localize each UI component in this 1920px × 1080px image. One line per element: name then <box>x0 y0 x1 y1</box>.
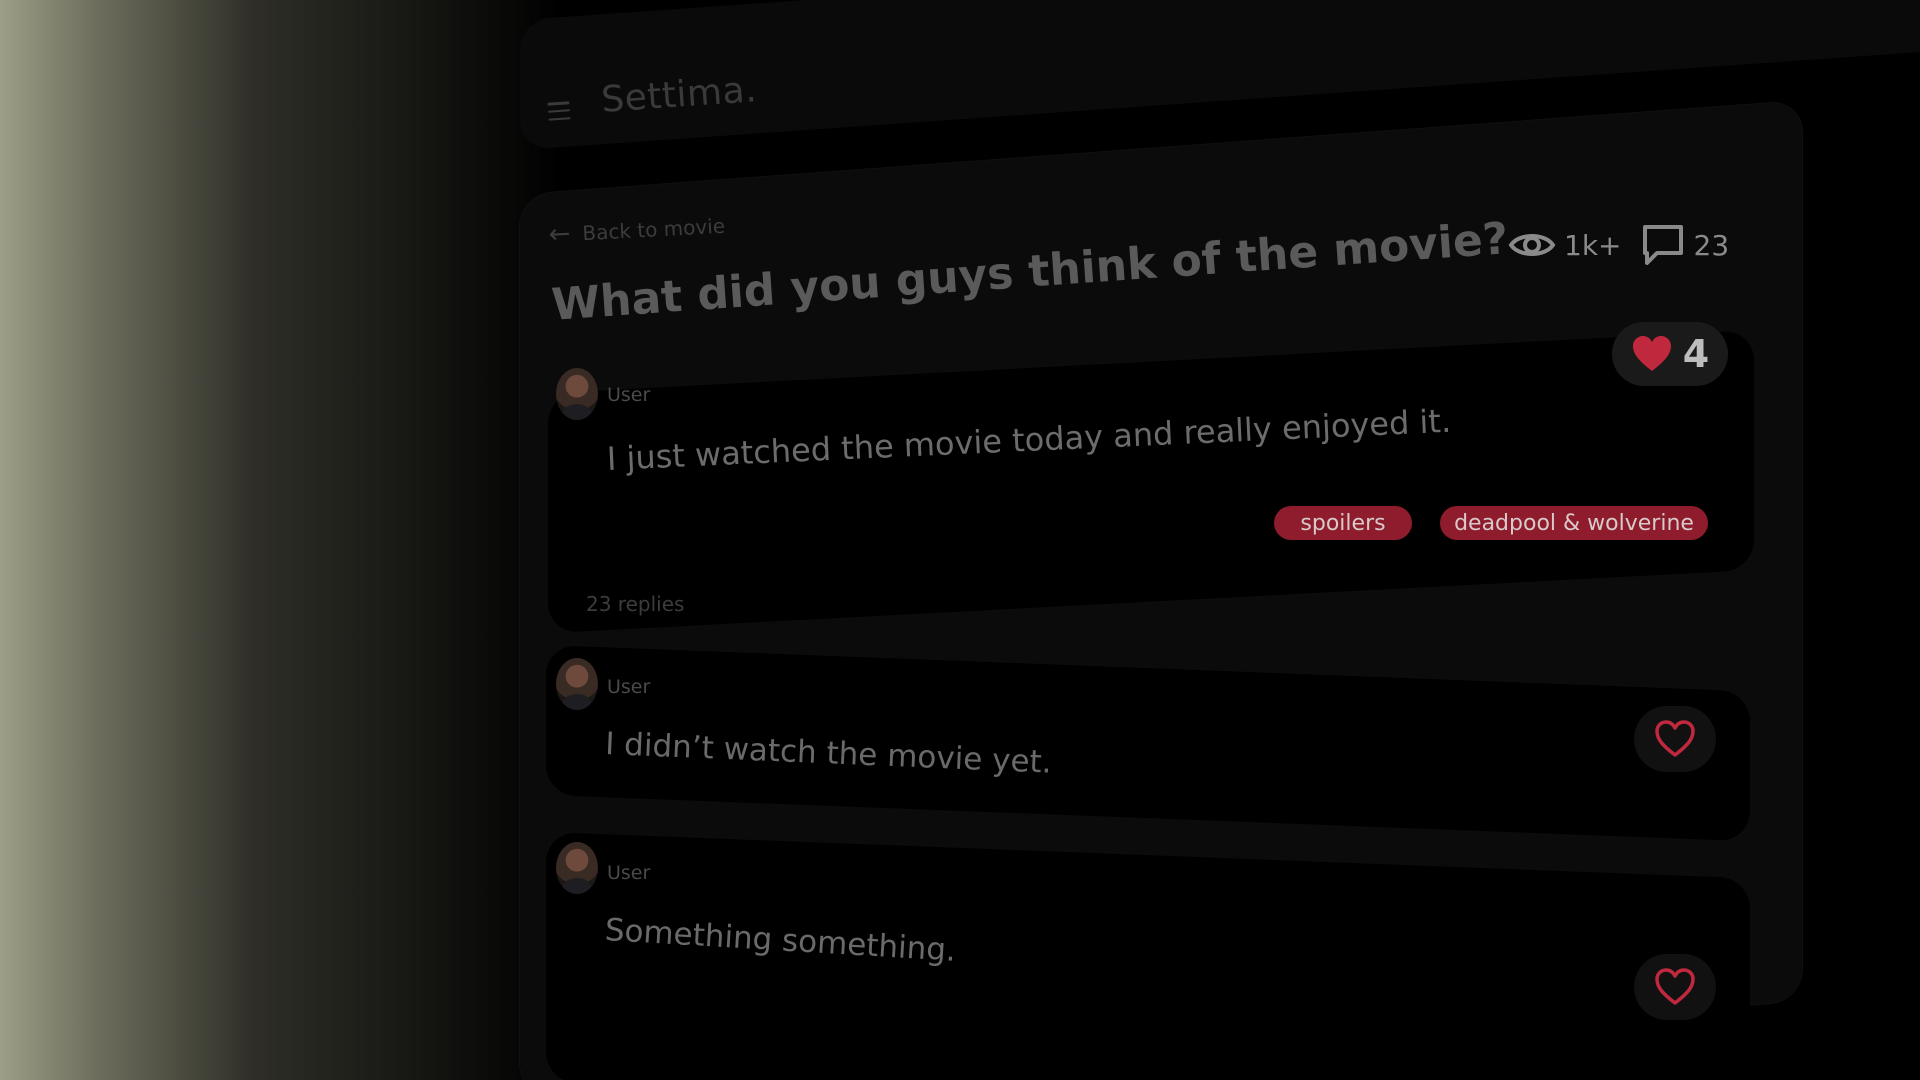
avatar[interactable] <box>556 658 598 710</box>
like-count: 4 <box>1682 332 1710 376</box>
comments-count: 23 <box>1693 228 1730 262</box>
avatar[interactable] <box>556 368 598 420</box>
heart-filled-icon <box>1632 336 1671 371</box>
views-count: 1k+ <box>1564 228 1622 262</box>
thread-stats: 1k+ 23 <box>1508 222 1729 268</box>
reply-like-button[interactable] <box>1634 706 1716 772</box>
ambient-gradient <box>0 0 560 1080</box>
comments-stat: 23 <box>1640 222 1730 268</box>
tag-movie[interactable]: deadpool & wolverine <box>1440 506 1708 540</box>
like-button[interactable]: 4 <box>1612 322 1728 386</box>
views-stat: 1k+ <box>1508 225 1622 265</box>
heart-outline-icon <box>1655 720 1695 757</box>
post-author[interactable]: User <box>607 384 650 406</box>
reply-like-button[interactable] <box>1634 954 1716 1020</box>
avatar[interactable] <box>556 842 598 894</box>
eye-icon <box>1508 234 1556 256</box>
screen: Settima. ← Back to movie 1k+ 23 What did… <box>0 0 1920 1080</box>
speech-bubble-icon <box>1642 225 1683 265</box>
replies-count: 23 replies <box>586 592 685 616</box>
reply-author[interactable]: User <box>607 862 650 884</box>
reply-author[interactable]: User <box>607 676 650 698</box>
hamburger-icon[interactable] <box>547 101 571 121</box>
arrow-left-icon: ← <box>547 218 572 250</box>
heart-outline-icon <box>1655 968 1695 1005</box>
tag-spoilers[interactable]: spoilers <box>1274 506 1412 540</box>
